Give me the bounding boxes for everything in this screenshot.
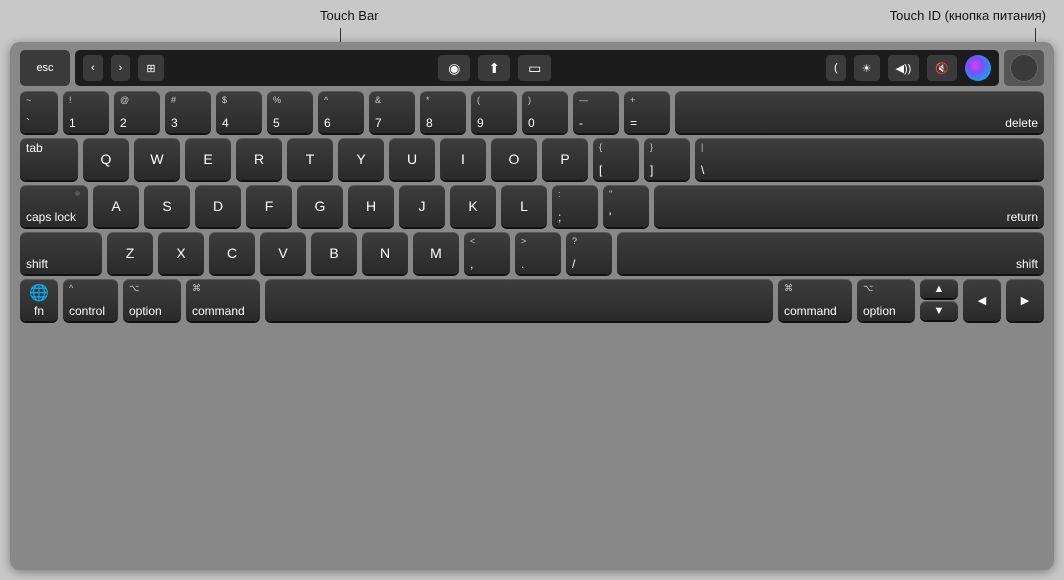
arrow-down-key[interactable]: ▼ xyxy=(920,301,958,320)
key-z[interactable]: Z xyxy=(107,232,153,274)
key-n[interactable]: N xyxy=(362,232,408,274)
space-key[interactable] xyxy=(265,279,773,321)
key-s[interactable]: S xyxy=(144,185,190,227)
tb-mute-btn[interactable]: 🔇 xyxy=(927,55,957,81)
tb-back-btn[interactable]: ‹ xyxy=(83,55,103,81)
option-right-key[interactable]: ⌥ option xyxy=(857,279,915,321)
key-bracket-open[interactable]: { [ xyxy=(593,138,639,180)
touch-id-circle xyxy=(1010,54,1038,82)
key-3[interactable]: # 3 xyxy=(165,91,211,133)
shift-left-key[interactable]: shift xyxy=(20,232,102,274)
key-slash[interactable]: ? / xyxy=(566,232,612,274)
control-key[interactable]: ^ control xyxy=(63,279,118,321)
key-k[interactable]: K xyxy=(450,185,496,227)
command-left-key[interactable]: ⌘ command xyxy=(186,279,260,321)
key-i[interactable]: I xyxy=(440,138,486,180)
key-6[interactable]: ^ 6 xyxy=(318,91,364,133)
key-v[interactable]: V xyxy=(260,232,306,274)
key-y[interactable]: Y xyxy=(338,138,384,180)
tb-siri-btn[interactable] xyxy=(965,55,991,81)
key-d[interactable]: D xyxy=(195,185,241,227)
tab-key[interactable]: tab xyxy=(20,138,78,180)
key-l[interactable]: L xyxy=(501,185,547,227)
tb-share-btn[interactable]: ⬆ xyxy=(478,55,510,81)
tb-screen-btn[interactable]: ▭ xyxy=(518,55,551,81)
key-m[interactable]: M xyxy=(413,232,459,274)
key-semicolon[interactable]: : ; xyxy=(552,185,598,227)
bottom-row: 🌐 fn ^ control ⌥ option ⌘ command ⌘ comm… xyxy=(20,279,1044,321)
shift-right-key[interactable]: shift xyxy=(617,232,1044,274)
command-right-key[interactable]: ⌘ command xyxy=(778,279,852,321)
touch-id-key[interactable] xyxy=(1004,50,1044,86)
key-quote[interactable]: " ' xyxy=(603,185,649,227)
return-key[interactable]: return xyxy=(654,185,1044,227)
key-e[interactable]: E xyxy=(185,138,231,180)
touch-id-annotation: Touch ID (кнопка питания) xyxy=(890,8,1046,23)
tb-paren-btn[interactable]: ( xyxy=(826,55,846,81)
tb-volume-btn[interactable]: ◀)) xyxy=(888,55,920,81)
arrow-left-key[interactable]: ◀ xyxy=(963,279,1001,321)
key-5[interactable]: % 5 xyxy=(267,91,313,133)
zxcv-row: shift Z X C V B N M < , > . ? / shift xyxy=(20,232,1044,274)
key-0[interactable]: ) 0 xyxy=(522,91,568,133)
number-row: ~ ` ! 1 @ 2 # 3 $ 4 % 5 ^ 6 & 7 xyxy=(20,91,1044,133)
touch-bar-row: esc ‹ › ⊞ ◉ ⬆ ▭ ( ☀ ◀)) 🔇 xyxy=(20,50,1044,86)
arrow-right-key[interactable]: ▶ xyxy=(1006,279,1044,321)
backtick-key[interactable]: ~ ` xyxy=(20,91,58,133)
key-u[interactable]: U xyxy=(389,138,435,180)
keyboard: esc ‹ › ⊞ ◉ ⬆ ▭ ( ☀ ◀)) 🔇 ~ ` ! 1 xyxy=(10,42,1054,570)
key-r[interactable]: R xyxy=(236,138,282,180)
key-2[interactable]: @ 2 xyxy=(114,91,160,133)
key-x[interactable]: X xyxy=(158,232,204,274)
key-w[interactable]: W xyxy=(134,138,180,180)
key-g[interactable]: G xyxy=(297,185,343,227)
key-comma[interactable]: < , xyxy=(464,232,510,274)
key-b[interactable]: B xyxy=(311,232,357,274)
touch-bar-annotation: Touch Bar xyxy=(320,8,379,23)
key-c[interactable]: C xyxy=(209,232,255,274)
key-period[interactable]: > . xyxy=(515,232,561,274)
esc-key[interactable]: esc xyxy=(20,50,70,86)
tb-forward-btn[interactable]: › xyxy=(111,55,131,81)
key-h[interactable]: H xyxy=(348,185,394,227)
key-bracket-close[interactable]: } ] xyxy=(644,138,690,180)
caps-lock-indicator xyxy=(75,191,80,196)
key-minus[interactable]: — - xyxy=(573,91,619,133)
key-8[interactable]: * 8 xyxy=(420,91,466,133)
asdf-row: caps lock A S D F G H J K L : ; " ' retu… xyxy=(20,185,1044,227)
arrow-up-key[interactable]: ▲ xyxy=(920,279,958,298)
fn-key[interactable]: 🌐 fn xyxy=(20,279,58,321)
option-left-key[interactable]: ⌥ option xyxy=(123,279,181,321)
key-q[interactable]: Q xyxy=(83,138,129,180)
key-equals[interactable]: + = xyxy=(624,91,670,133)
key-4[interactable]: $ 4 xyxy=(216,91,262,133)
arrow-up-down-group: ▲ ▼ xyxy=(920,279,958,321)
qwerty-row: tab Q W E R T Y U I O P { [ } ] | \ xyxy=(20,138,1044,180)
key-o[interactable]: O xyxy=(491,138,537,180)
key-t[interactable]: T xyxy=(287,138,333,180)
key-9[interactable]: ( 9 xyxy=(471,91,517,133)
tb-eye-btn[interactable]: ◉ xyxy=(438,55,470,81)
key-f[interactable]: F xyxy=(246,185,292,227)
key-backslash[interactable]: | \ xyxy=(695,138,1044,180)
delete-key[interactable]: delete xyxy=(675,91,1044,133)
tb-grid-btn[interactable]: ⊞ xyxy=(138,55,163,81)
touch-bar: ‹ › ⊞ ◉ ⬆ ▭ ( ☀ ◀)) 🔇 xyxy=(75,50,999,86)
key-j[interactable]: J xyxy=(399,185,445,227)
caps-lock-key[interactable]: caps lock xyxy=(20,185,88,227)
key-1[interactable]: ! 1 xyxy=(63,91,109,133)
tb-brightness-btn[interactable]: ☀ xyxy=(854,55,880,81)
key-7[interactable]: & 7 xyxy=(369,91,415,133)
key-p[interactable]: P xyxy=(542,138,588,180)
key-a[interactable]: A xyxy=(93,185,139,227)
